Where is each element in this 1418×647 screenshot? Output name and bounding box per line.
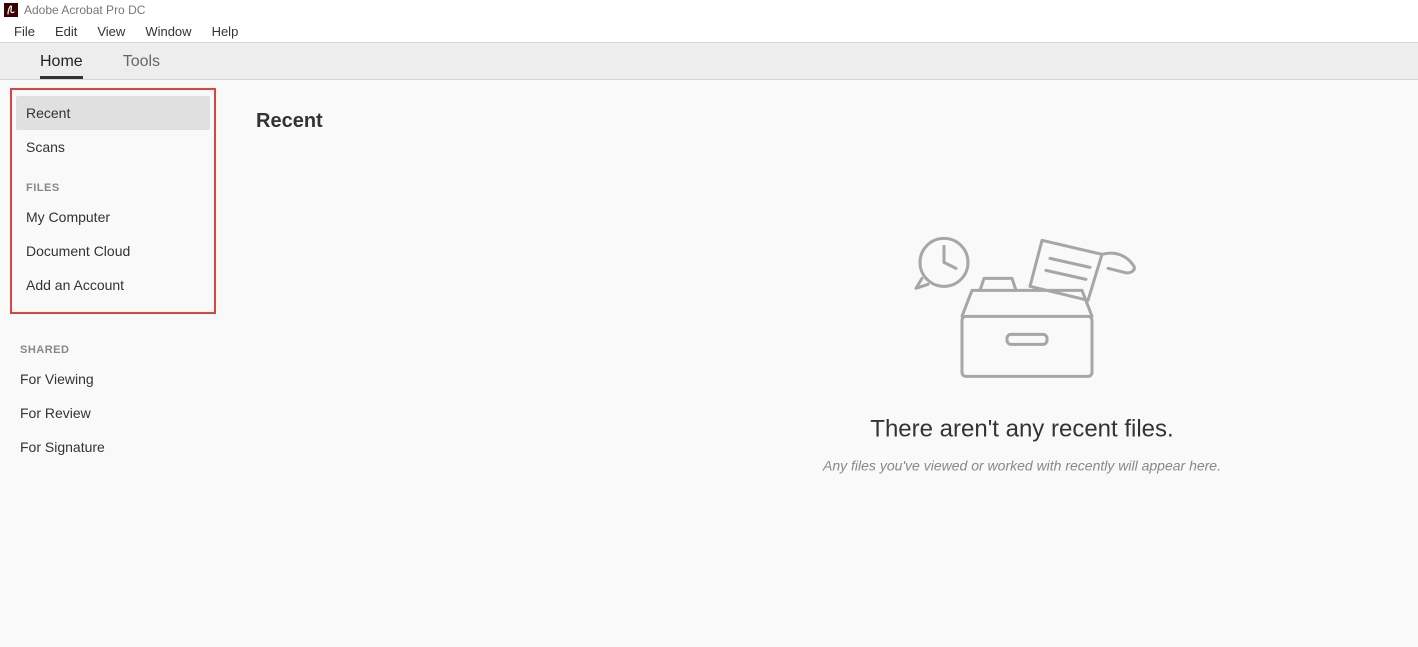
sidebar-item-for-viewing[interactable]: For Viewing: [10, 362, 216, 396]
empty-state-headline: There aren't any recent files.: [772, 415, 1272, 443]
sidebar-item-for-signature[interactable]: For Signature: [10, 430, 216, 464]
page-title: Recent: [256, 110, 1388, 133]
empty-state-subtext: Any files you've viewed or worked with r…: [772, 457, 1272, 473]
menubar: File Edit View Window Help: [0, 20, 1418, 43]
empty-state: There aren't any recent files. Any files…: [772, 230, 1272, 473]
content-area: Recent Scans FILES My Computer Document …: [0, 80, 1418, 647]
sidebar-item-recent[interactable]: Recent: [16, 96, 210, 130]
acrobat-app-icon: [4, 3, 18, 17]
menu-file[interactable]: File: [4, 21, 45, 42]
titlebar: Adobe Acrobat Pro DC: [0, 0, 1418, 20]
menu-edit[interactable]: Edit: [45, 21, 87, 42]
main-panel: Recent: [226, 80, 1418, 647]
menu-help[interactable]: Help: [202, 21, 249, 42]
menu-view[interactable]: View: [87, 21, 135, 42]
sidebar-item-my-computer[interactable]: My Computer: [16, 200, 210, 234]
tabbar: Home Tools: [0, 43, 1418, 80]
menu-window[interactable]: Window: [135, 21, 201, 42]
sidebar-item-add-account[interactable]: Add an Account: [16, 268, 210, 302]
sidebar-item-scans[interactable]: Scans: [16, 130, 210, 164]
sidebar-item-document-cloud[interactable]: Document Cloud: [16, 234, 210, 268]
sidebar-header-shared: SHARED: [10, 326, 216, 362]
tab-home[interactable]: Home: [40, 53, 83, 79]
sidebar-header-files: FILES: [16, 164, 210, 200]
empty-recent-illustration-icon: [902, 230, 1142, 390]
highlight-annotation-box: Recent Scans FILES My Computer Document …: [10, 88, 216, 314]
sidebar-item-for-review[interactable]: For Review: [10, 396, 216, 430]
sidebar: Recent Scans FILES My Computer Document …: [0, 80, 226, 647]
app-title: Adobe Acrobat Pro DC: [24, 3, 145, 17]
tab-tools[interactable]: Tools: [123, 53, 160, 79]
